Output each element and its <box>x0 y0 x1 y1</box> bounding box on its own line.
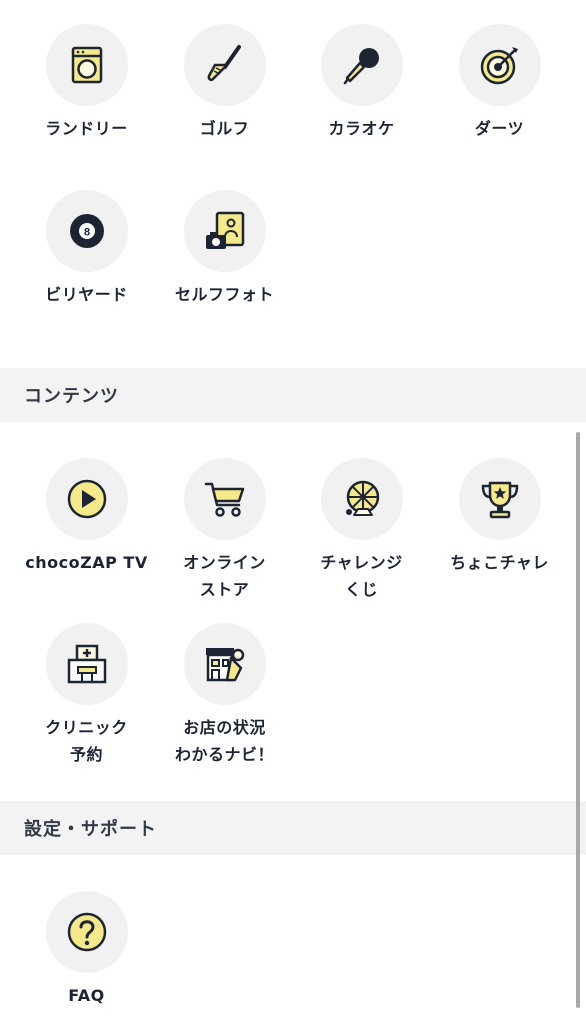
tile-label: ランドリー <box>45 119 128 138</box>
tile-karaoke[interactable]: カラオケ <box>293 24 430 142</box>
camera-photo-icon <box>183 190 266 272</box>
section-title: コンテンツ <box>24 386 119 407</box>
tile-label: ダーツ <box>474 119 525 138</box>
tile-choco-challe[interactable]: ちょこチャレ <box>431 458 568 576</box>
tile-laundry[interactable]: ランドリー <box>18 24 155 142</box>
tile-label: ビリヤード <box>45 285 128 304</box>
tile-golf[interactable]: ゴルフ <box>156 24 293 142</box>
tile-store-status-navi[interactable]: お店の状況 わかるナビ！ <box>156 623 293 768</box>
tile-darts[interactable]: ダーツ <box>431 24 568 142</box>
tile-label: オンライン ストア <box>183 553 266 599</box>
question-icon <box>45 891 128 973</box>
clinic-icon <box>45 623 128 705</box>
tile-label: chocoZAP TV <box>25 553 148 572</box>
tile-self-photo[interactable]: セルフフォト <box>156 190 293 308</box>
tile-label: お店の状況 わかるナビ！ <box>174 718 274 764</box>
tile-label: セルフフォト <box>174 285 274 304</box>
tile-online-store[interactable]: オンライン ストア <box>156 458 293 603</box>
tile-label: カラオケ <box>328 119 395 138</box>
section-header-contents: コンテンツ <box>0 368 586 422</box>
tile-label: クリニック 予約 <box>45 718 128 764</box>
section-title: 設定・サポート <box>24 819 157 840</box>
tile-label: ゴルフ <box>199 119 250 138</box>
tile-chocozap-tv[interactable]: chocoZAP TV <box>18 458 155 576</box>
tile-label: チャレンジ くじ <box>320 553 403 599</box>
dartboard-icon <box>458 24 541 106</box>
golf-club-icon <box>183 24 266 106</box>
tile-label: ちょこチャレ <box>450 553 549 572</box>
play-icon <box>45 458 128 540</box>
tile-clinic-reservation[interactable]: クリニック 予約 <box>18 623 155 768</box>
tile-challenge-lottery[interactable]: チャレンジ くじ <box>293 458 430 603</box>
section-header-settings: 設定・サポート <box>0 801 586 855</box>
scrollbar[interactable] <box>576 432 580 1008</box>
shopping-cart-icon <box>183 458 266 540</box>
microphone-icon <box>320 24 403 106</box>
tile-billiards[interactable]: 8 ビリヤード <box>18 190 155 308</box>
trophy-icon <box>458 458 541 540</box>
lottery-wheel-icon <box>320 458 403 540</box>
billiard-ball-icon: 8 <box>45 190 128 272</box>
store-status-icon <box>183 623 266 705</box>
tile-label: FAQ <box>68 986 105 1005</box>
washing-machine-icon <box>45 24 128 106</box>
tile-faq[interactable]: FAQ <box>18 891 155 1009</box>
svg-text:8: 8 <box>83 227 89 239</box>
